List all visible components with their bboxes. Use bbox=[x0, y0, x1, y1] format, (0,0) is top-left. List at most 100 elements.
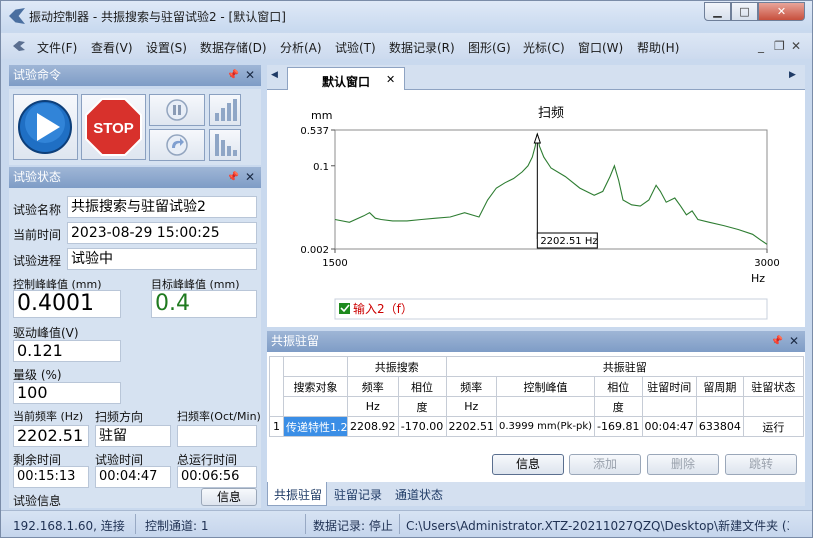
test-name-label: 试验名称 bbox=[13, 203, 62, 217]
tab-default-window[interactable]: 默认窗口 ✕ bbox=[287, 67, 405, 91]
level-up-button[interactable] bbox=[209, 94, 241, 126]
pin-icon[interactable]: 📌 bbox=[227, 65, 239, 86]
menu-help[interactable]: 帮助(H) bbox=[637, 39, 679, 56]
info-button[interactable]: 信息 bbox=[201, 488, 257, 506]
col-header[interactable]: 频率 bbox=[445, 376, 497, 397]
table-cell[interactable]: 2202.51 bbox=[445, 416, 497, 437]
add-button[interactable]: 添加 bbox=[569, 454, 641, 475]
unit-cell: 度 bbox=[594, 396, 643, 417]
menu-view[interactable]: 查看(V) bbox=[91, 39, 133, 56]
col-header[interactable]: 相位 bbox=[594, 376, 643, 397]
table-cell[interactable]: -170.00 bbox=[397, 416, 447, 437]
unit-cell bbox=[695, 396, 744, 417]
menu-settings[interactable]: 设置(S) bbox=[146, 39, 187, 56]
col-header[interactable]: 相位 bbox=[397, 376, 447, 397]
close-button[interactable]: ✕ bbox=[758, 2, 805, 21]
col-header[interactable]: 控制峰值 bbox=[495, 376, 596, 397]
table-header-row: 搜索对象 频率 相位 频率 控制峰值 相位 驻留时间 留周期 驻留状态 bbox=[269, 376, 804, 397]
x-axis-label: Hz bbox=[751, 272, 765, 285]
menu-analysis[interactable]: 分析(A) bbox=[280, 39, 322, 56]
tab-dwell-record[interactable]: 驻留记录 bbox=[334, 486, 382, 503]
col-header[interactable]: 驻留状态 bbox=[742, 376, 804, 397]
sweep-direction-value: 驻留 bbox=[95, 425, 171, 447]
col-header[interactable]: 搜索对象 bbox=[283, 376, 348, 397]
menu-data-record[interactable]: 数据记录(R) bbox=[389, 39, 455, 56]
unit-cell: Hz bbox=[445, 396, 497, 417]
maximize-button[interactable]: □ bbox=[731, 2, 758, 21]
level-down-button[interactable] bbox=[209, 129, 241, 161]
stop-button[interactable]: STOP bbox=[81, 94, 146, 160]
mdi-minimize-button[interactable]: _ bbox=[758, 39, 764, 53]
control-pp-value: 0.4001 bbox=[13, 290, 121, 318]
table-cell[interactable]: 00:04:47 bbox=[641, 416, 697, 437]
unit-cell bbox=[641, 396, 697, 417]
file-path-status: C:\Users\Administrator.XTZ-20211027QZQ\D… bbox=[406, 519, 789, 533]
table-cell[interactable]: 2208.92 bbox=[347, 416, 399, 437]
table-cell[interactable]: 0.3999 mm(Pk-pk) bbox=[495, 416, 596, 437]
y-tick-label: 0.002 bbox=[300, 245, 329, 256]
sweep-chart-area: 扫频 mm Hz 0.537 0.1 0.002 1500 3000 2202.51 H… bbox=[267, 90, 805, 327]
sweep-chart[interactable]: 扫频 mm Hz 0.537 0.1 0.002 1500 3000 2202.51 H… bbox=[267, 90, 805, 327]
info-button[interactable]: 信息 bbox=[492, 454, 564, 475]
menu-file[interactable]: 文件(F) bbox=[37, 39, 77, 56]
search-object-cell[interactable]: 传递特性1.2 bbox=[283, 416, 348, 437]
menu-window[interactable]: 窗口(W) bbox=[578, 39, 623, 56]
test-status-header: 试验状态 📌 ✕ bbox=[9, 167, 261, 188]
plot-frame bbox=[334, 129, 768, 250]
table-cell[interactable]: 运行 bbox=[742, 416, 804, 437]
table-row[interactable]: 1 传递特性1.2 2208.92 -170.00 2202.51 0.3999… bbox=[269, 416, 804, 437]
jump-button[interactable]: 跳转 bbox=[725, 454, 797, 475]
tab-resonance-dwell[interactable]: 共振驻留 bbox=[267, 482, 327, 506]
menu-cursor[interactable]: 光标(C) bbox=[523, 39, 565, 56]
test-status-title: 试验状态 bbox=[13, 170, 62, 184]
tab-scroll-right-icon[interactable]: ▶ bbox=[789, 70, 796, 80]
menu-test[interactable]: 试验(T) bbox=[335, 39, 376, 56]
test-time-value: 00:04:47 bbox=[95, 466, 171, 488]
table-cell[interactable]: 633804 bbox=[695, 416, 744, 437]
level-value: 100 bbox=[13, 382, 121, 404]
document-tab-strip: ◀ 默认窗口 ✕ ▶ bbox=[267, 65, 805, 91]
mdi-document-icon[interactable] bbox=[13, 41, 25, 51]
col-header[interactable]: 留周期 bbox=[695, 376, 744, 397]
close-panel-icon[interactable]: ✕ bbox=[789, 331, 799, 352]
col-header[interactable]: 频率 bbox=[347, 376, 399, 397]
stop-label: STOP bbox=[93, 120, 134, 137]
table-group-row: 共振搜索 共振驻留 bbox=[269, 356, 804, 377]
mdi-close-button[interactable]: ✕ bbox=[791, 39, 801, 53]
pin-icon[interactable]: 📌 bbox=[227, 167, 239, 188]
continue-button[interactable] bbox=[149, 129, 205, 161]
menu-graph[interactable]: 图形(G) bbox=[468, 39, 511, 56]
pause-button[interactable] bbox=[149, 94, 205, 126]
y-tick-label: 0.1 bbox=[313, 162, 329, 173]
test-command-header: 试验命令 📌 ✕ bbox=[9, 65, 261, 86]
close-panel-icon[interactable]: ✕ bbox=[245, 65, 255, 86]
remaining-time-value: 00:15:13 bbox=[13, 466, 89, 488]
pin-icon[interactable]: 📌 bbox=[771, 331, 783, 352]
tab-scroll-left-icon[interactable]: ◀ bbox=[271, 70, 278, 80]
cursor-marker[interactable] bbox=[533, 132, 542, 144]
table-unit-row: Hz 度 Hz 度 bbox=[269, 396, 804, 417]
unit-cell bbox=[742, 396, 804, 417]
menu-data-storage[interactable]: 数据存储(D) bbox=[200, 39, 267, 56]
stop-sign-icon: STOP bbox=[85, 98, 142, 156]
level-label: 量级 (%) bbox=[13, 368, 62, 382]
unit-cell bbox=[283, 396, 348, 417]
tab-close-icon[interactable]: ✕ bbox=[386, 73, 395, 86]
mdi-restore-button[interactable]: ❐ bbox=[774, 39, 785, 53]
start-button[interactable] bbox=[13, 94, 78, 160]
status-divider bbox=[305, 514, 306, 534]
close-panel-icon[interactable]: ✕ bbox=[245, 167, 255, 188]
minimize-button[interactable]: ▁ bbox=[704, 2, 731, 21]
sweep-rate-label: 扫频率(Oct/Min) bbox=[177, 410, 261, 423]
y-axis-label: mm bbox=[311, 109, 332, 122]
test-name-value: 共振搜索与驻留试验2 bbox=[67, 196, 257, 218]
current-freq-label: 当前频率 (Hz) bbox=[13, 410, 84, 423]
drive-peak-label: 驱动峰值(V) bbox=[13, 326, 79, 340]
col-header[interactable]: 驻留时间 bbox=[641, 376, 697, 397]
table-cell[interactable]: -169.81 bbox=[594, 416, 643, 437]
resonance-dwell-title: 共振驻留 bbox=[271, 334, 320, 348]
delete-button[interactable]: 删除 bbox=[647, 454, 719, 475]
test-command-title: 试验命令 bbox=[13, 68, 62, 82]
app-logo-icon bbox=[9, 8, 25, 24]
tab-channel-status[interactable]: 通道状态 bbox=[395, 486, 443, 503]
